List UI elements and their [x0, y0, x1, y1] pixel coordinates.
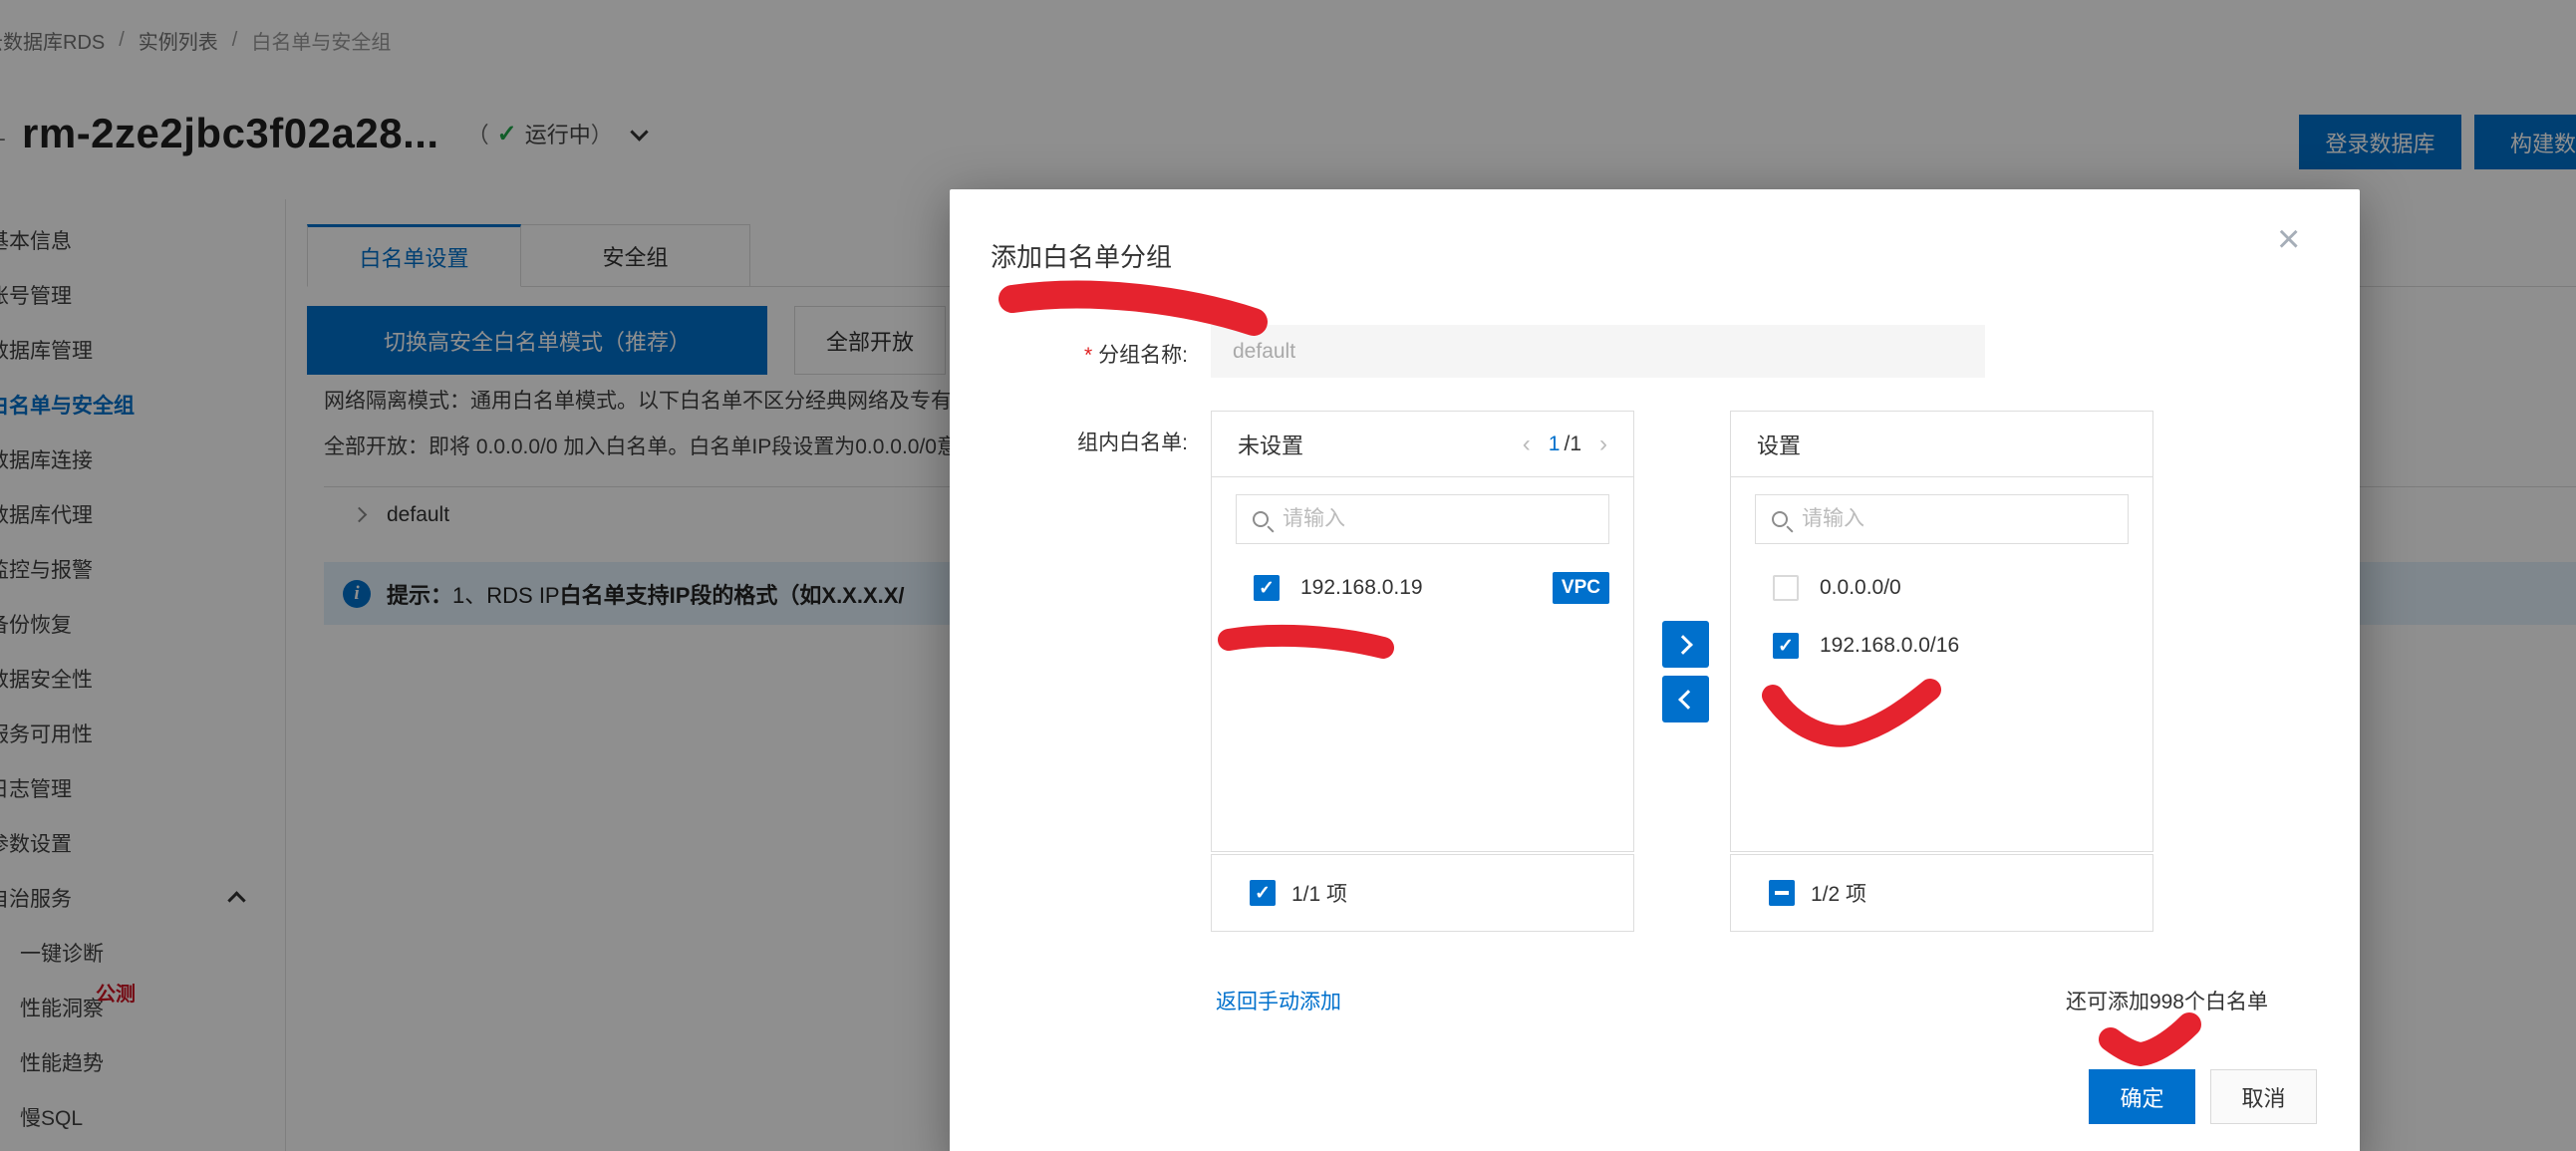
checkbox-checked[interactable] [1773, 633, 1799, 659]
transfer-right-search-input[interactable] [1802, 507, 2128, 531]
cancel-button[interactable]: 取消 [2210, 1069, 2317, 1124]
search-icon [1772, 511, 1788, 527]
transfer-left-footer: 1/1 项 [1211, 854, 1634, 932]
group-name-input[interactable] [1211, 325, 1985, 378]
transfer-item-label: 0.0.0.0/0 [1820, 576, 1901, 600]
transfer-left-search-input[interactable] [1283, 507, 1608, 531]
move-left-button[interactable] [1662, 676, 1709, 722]
page-next-icon[interactable]: › [1599, 431, 1607, 458]
transfer-right-search [1755, 494, 2129, 544]
transfer-panel-unset: 未设置 ‹ 1 /1 › 192.168.0.19 VPC [1211, 411, 1634, 852]
group-name-label: *分组名称: [950, 339, 1188, 369]
pagination: ‹ 1 /1 › [1523, 431, 1607, 458]
required-asterisk: * [1084, 344, 1092, 367]
select-all-checkbox[interactable] [1250, 880, 1276, 906]
chevron-right-icon [1673, 635, 1693, 655]
transfer-right-title: 设置 [1757, 429, 1801, 460]
transfer-item-192-168-0-19[interactable]: 192.168.0.19 VPC [1254, 568, 1609, 608]
page-prev-icon[interactable]: ‹ [1523, 431, 1531, 458]
transfer-left-title: 未设置 [1238, 429, 1303, 460]
select-all-checkbox-indeterminate[interactable] [1769, 880, 1795, 906]
transfer-right-count: 1/2 项 [1811, 878, 1866, 908]
checkbox-checked[interactable] [1254, 575, 1280, 601]
back-to-manual-add-link[interactable]: 返回手动添加 [1216, 986, 1341, 1015]
transfer-right-footer: 1/2 项 [1730, 854, 2153, 932]
quota-hint: 还可添加998个白名单 [2066, 986, 2268, 1015]
transfer-item-192-168-0-0-16[interactable]: 192.168.0.0/16 [1773, 626, 2129, 666]
transfer-right-header: 设置 [1731, 412, 2152, 477]
modal-title: 添加白名单分组 [991, 237, 1172, 274]
confirm-button[interactable]: 确定 [2089, 1069, 2195, 1124]
transfer-item-label: 192.168.0.19 [1300, 576, 1423, 600]
transfer-left-count: 1/1 项 [1291, 878, 1347, 908]
transfer-panel-set: 设置 0.0.0.0/0 192.168.0.0/16 [1730, 411, 2153, 852]
page-total: /1 [1564, 432, 1581, 456]
page-current: 1 [1549, 432, 1561, 456]
vpc-badge: VPC [1553, 572, 1609, 604]
checkbox-unchecked[interactable] [1773, 575, 1799, 601]
search-icon [1253, 511, 1269, 527]
transfer-left-header: 未设置 ‹ 1 /1 › [1212, 412, 1633, 477]
transfer-left-search [1236, 494, 1609, 544]
transfer-item-label: 192.168.0.0/16 [1820, 634, 1959, 658]
members-label: 组内白名单: [950, 427, 1188, 456]
close-icon[interactable]: × [2277, 219, 2300, 259]
chevron-left-icon [1678, 690, 1698, 710]
transfer-item-0-0-0-0[interactable]: 0.0.0.0/0 [1773, 568, 2129, 608]
move-right-button[interactable] [1662, 621, 1709, 668]
add-whitelist-group-modal: 添加白名单分组 × *分组名称: 组内白名单: 未设置 ‹ 1 /1 › 192… [950, 189, 2360, 1151]
